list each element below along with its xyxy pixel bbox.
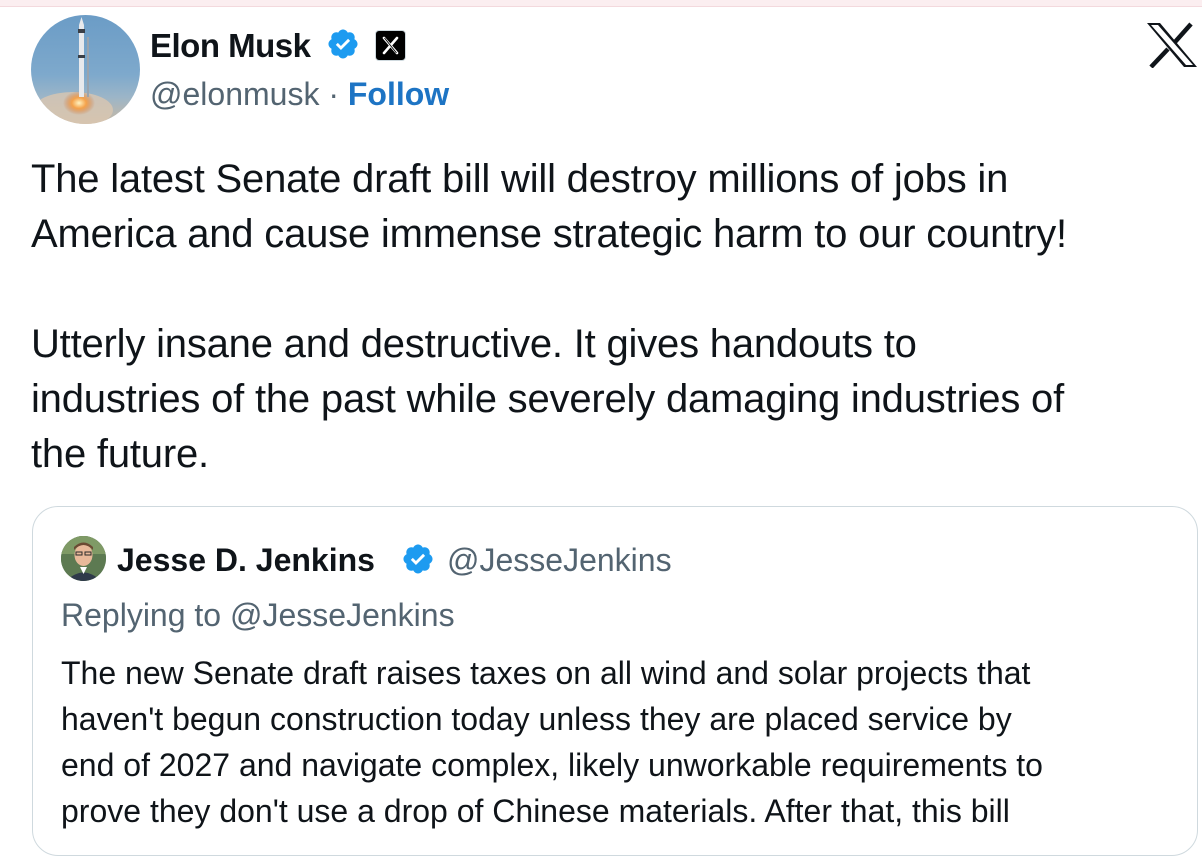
replying-to-label: Replying to @JesseJenkins bbox=[61, 597, 455, 633]
quoted-author-handle[interactable]: @JesseJenkins bbox=[447, 541, 672, 579]
author-handle[interactable]: @elonmusk bbox=[150, 76, 319, 112]
x-affiliation-badge-icon bbox=[375, 30, 406, 61]
quoted-tweet-text: The new Senate draft raises taxes on all… bbox=[61, 655, 1043, 829]
verified-badge-icon bbox=[403, 544, 433, 574]
author-avatar[interactable] bbox=[31, 15, 140, 124]
verified-badge-icon bbox=[328, 29, 358, 59]
author-name[interactable]: Elon Musk bbox=[150, 26, 311, 66]
tweet-body: The latest Senate draft bill will destro… bbox=[31, 152, 1199, 482]
quoted-author-avatar[interactable] bbox=[61, 536, 106, 581]
top-divider bbox=[0, 0, 1202, 7]
follow-button[interactable]: Follow bbox=[348, 76, 449, 112]
tweet-paragraph: The latest Senate draft bill will destro… bbox=[31, 157, 1067, 256]
author-handle-row: @elonmusk · Follow bbox=[150, 74, 449, 114]
person-avatar-icon bbox=[61, 536, 106, 581]
tweet-paragraph: Utterly insane and destructive. It gives… bbox=[31, 322, 1065, 476]
x-logo-icon[interactable] bbox=[1146, 22, 1198, 68]
handle-separator: · bbox=[328, 76, 339, 112]
quoted-tweet-card[interactable]: Jesse D. Jenkins @JesseJenkins Replying … bbox=[32, 506, 1198, 856]
rocket-launch-avatar bbox=[33, 17, 113, 124]
quoted-author-name[interactable]: Jesse D. Jenkins bbox=[117, 541, 375, 579]
